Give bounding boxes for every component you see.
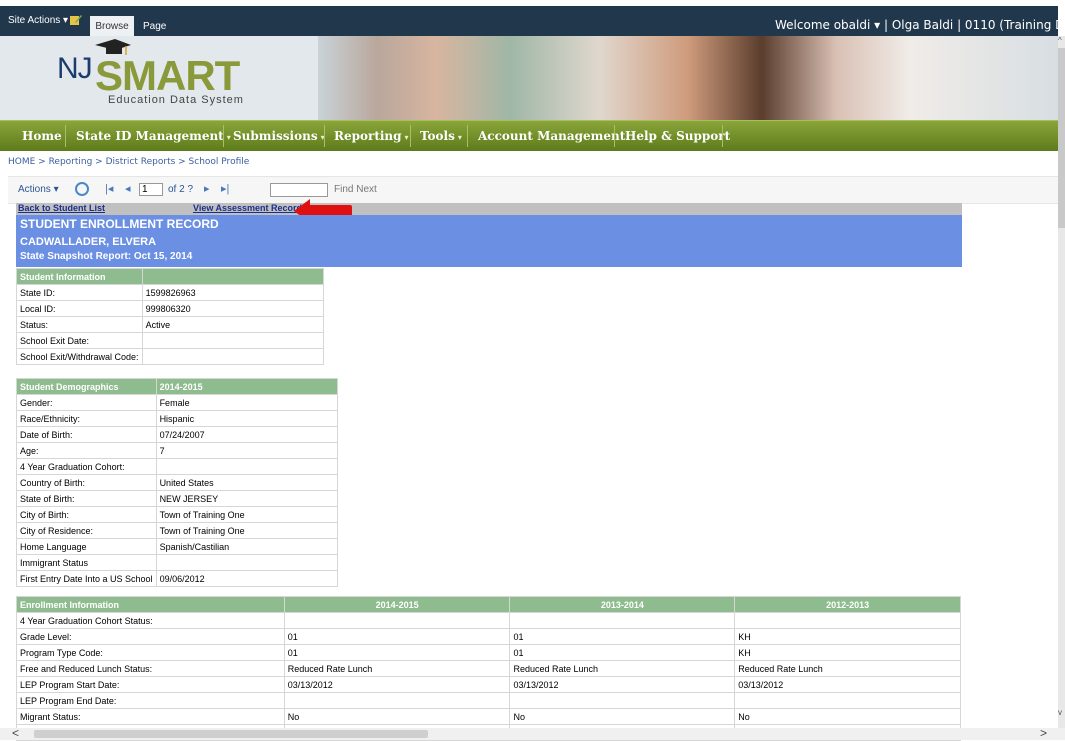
year-header: 2013-2014 (509, 596, 736, 613)
nav-reporting[interactable]: Reporting ▾ (334, 121, 409, 151)
table-row: Migrant Status: No No No (16, 708, 961, 725)
refresh-icon[interactable] (75, 182, 89, 196)
table-row: Country of Birth: United States (16, 474, 339, 491)
student-demographics-table: Student Demographics 2014-2015 Gender: Fem… (16, 378, 339, 587)
site-actions-menu[interactable]: Site Actions ▾ (8, 15, 68, 26)
table-row: School Exit Date: (16, 332, 325, 349)
last-page-icon[interactable]: ▸| (221, 182, 229, 195)
sharepoint-ribbon: Site Actions ▾ Browse Page Welcome obald… (0, 6, 1065, 38)
back-to-student-list-link[interactable]: Back to Student List (18, 203, 105, 213)
logo-subtitle: Education Data System (108, 94, 244, 106)
horizontal-scrollbar[interactable]: < > (0, 726, 1065, 740)
report-toolbar: Actions ▾ |◂ ◂ of 2 ? ▸ ▸| Find Next (8, 176, 1058, 204)
site-banner: NJ SMART Education Data System (0, 36, 1058, 120)
table-row: Immigrant Status (16, 554, 339, 571)
tab-browse[interactable]: Browse (90, 16, 134, 36)
table-row: School Exit/Withdrawal Code: (16, 348, 325, 365)
view-assessment-record-link[interactable]: View Assessment Record (193, 203, 302, 213)
student-name: CADWALLADER, ELVERA (20, 236, 157, 248)
nav-home[interactable]: Home (22, 121, 65, 151)
horizontal-scroll-thumb[interactable] (34, 730, 428, 738)
table-row: LEP Program Start Date: 03/13/2012 03/13/2… (16, 676, 961, 693)
report-link-bar: Back to Student List View Assessment Rec… (16, 203, 962, 215)
logo-nj[interactable]: NJ (57, 52, 93, 86)
snapshot-date: State Snapshot Report: Oct 15, 2014 (20, 251, 193, 262)
scroll-up-icon[interactable]: ^ (1058, 36, 1062, 45)
banner-photo (318, 36, 1058, 120)
page-number-input[interactable] (139, 183, 163, 196)
year-header: 2014-2015 (155, 378, 339, 395)
table-row: LEP Program End Date: (16, 692, 961, 709)
year-header: 2012-2013 (734, 596, 961, 613)
table-row: State ID: 1599826963 (16, 284, 325, 301)
student-information-table: Student Information State ID: 1599826963 … (16, 268, 325, 365)
nav-submissions[interactable]: Submissions ▾ (233, 121, 325, 151)
table-row: Date of Birth: 07/24/2007 (16, 426, 339, 443)
nav-state-id-management[interactable]: State ID Management ▾ (76, 121, 231, 151)
table-header: Student Demographics (16, 378, 157, 395)
table-row: Home Language Spanish/Castilian (16, 538, 339, 555)
page-count: of 2 ? (168, 184, 194, 195)
scroll-down-icon[interactable]: v (1058, 708, 1062, 717)
table-row: First Entry Date Into a US School 09/06/2… (16, 570, 339, 587)
table-row: Program Type Code: 01 01 KH (16, 644, 961, 661)
table-row: Grade Level: 01 01 KH (16, 628, 961, 645)
report-header: STUDENT ENROLLMENT RECORD CADWALLADER, E… (16, 215, 962, 267)
table-header: Enrollment Information (16, 596, 285, 613)
table-row: Age: 7 (16, 442, 339, 459)
scroll-left-icon[interactable]: < (12, 726, 19, 740)
enrollment-information-table: Enrollment Information 2014-2015 2013-20… (16, 596, 961, 741)
nav-help-support[interactable]: Help & Support (625, 121, 730, 151)
table-header: Student Information (16, 268, 143, 285)
find-next-button[interactable]: Find Next (334, 184, 377, 195)
table-row: City of Residence: Town of Training One (16, 522, 339, 539)
nav-account-management[interactable]: Account Management (478, 121, 625, 151)
table-row: 4 Year Graduation Cohort: (16, 458, 339, 475)
table-row: Gender: Female (16, 394, 339, 411)
find-input[interactable] (270, 183, 328, 197)
table-row: State of Birth: NEW JERSEY (16, 490, 339, 507)
table-row: Status: Active (16, 316, 325, 333)
table-row: Free and Reduced Lunch Status: Reduced Ra… (16, 660, 961, 677)
breadcrumb[interactable]: HOME > Reporting > District Reports > Sc… (8, 157, 249, 167)
nav-tools[interactable]: Tools ▾ (420, 121, 462, 151)
next-page-icon[interactable]: ▸ (204, 182, 210, 195)
table-row: Local ID: 999806320 (16, 300, 325, 317)
vertical-scroll-thumb[interactable] (1058, 48, 1065, 228)
first-page-icon[interactable]: |◂ (105, 182, 113, 195)
welcome-user-menu[interactable]: Welcome obaldi ▾ | Olga Baldi | 0110 (Tr… (775, 18, 1065, 32)
vertical-scrollbar[interactable]: ^ v (1058, 36, 1065, 728)
report-title: STUDENT ENROLLMENT RECORD (20, 217, 219, 231)
table-row: 4 Year Graduation Cohort Status: (16, 612, 961, 629)
actions-menu[interactable]: Actions ▾ (18, 184, 59, 195)
logo-smart[interactable]: SMART (95, 52, 240, 100)
edit-page-icon[interactable] (69, 14, 83, 26)
previous-page-icon[interactable]: ◂ (125, 182, 131, 195)
scroll-right-icon[interactable]: > (1040, 726, 1047, 740)
year-header: 2014-2015 (283, 596, 511, 613)
tab-page[interactable]: Page (143, 16, 166, 38)
main-nav: Home State ID Management ▾ Submissions ▾ R… (0, 120, 1058, 151)
table-row: City of Birth: Town of Training One (16, 506, 339, 523)
table-row: Race/Ethnicity: Hispanic (16, 410, 339, 427)
